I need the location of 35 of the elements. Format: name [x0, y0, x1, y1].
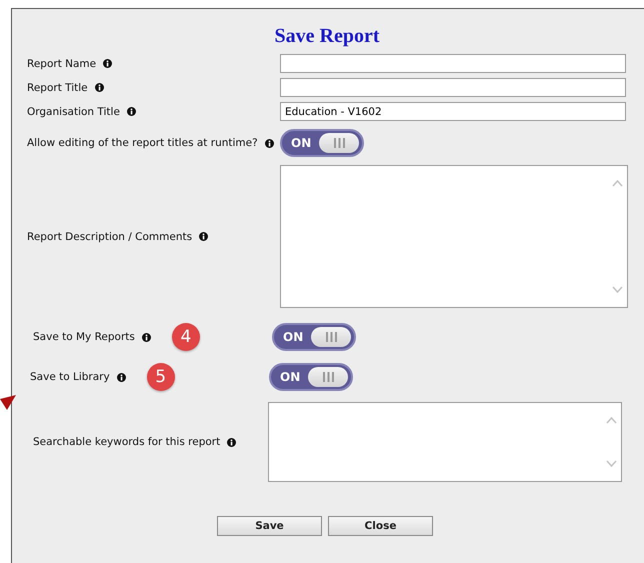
dialog-title: Save Report [274, 24, 380, 49]
toggle-switch[interactable]: ON [269, 363, 353, 391]
field-label: Save to Library [30, 371, 110, 383]
step-badge: 4 [172, 323, 200, 351]
scroll-down-icon[interactable] [606, 460, 616, 467]
info-icon [116, 372, 126, 382]
scroll-down-icon[interactable] [612, 286, 622, 293]
grip-icon [326, 332, 337, 342]
scroll-up-icon[interactable] [606, 417, 616, 424]
info-icon [227, 438, 236, 446]
close-button[interactable]: Close [328, 516, 433, 536]
field-label: Report Name [27, 58, 96, 70]
info-icon [264, 138, 274, 148]
info-icon [94, 83, 104, 92]
field-label: Save to My Reports [33, 331, 135, 343]
field-label: Organisation Title [27, 106, 120, 118]
field-label: Report Title [27, 82, 88, 94]
save-button[interactable]: Save [217, 516, 322, 536]
info-icon [126, 107, 136, 116]
step-badge: 5 [146, 363, 175, 391]
grip-icon [334, 138, 345, 148]
text-field[interactable]: Education - V1602 [280, 102, 626, 121]
info-icon [199, 232, 208, 241]
field-label: Allow editing of the report titles at runtime? [27, 137, 258, 149]
text-field[interactable] [280, 54, 626, 73]
field-label: Searchable keywords for this report [33, 436, 220, 448]
field-label: Report Description / Comments [27, 230, 192, 242]
annotation-arrow [0, 395, 16, 410]
info-icon [142, 332, 151, 342]
toggle-switch[interactable]: ON [272, 323, 356, 351]
toggle-switch[interactable]: ON [280, 129, 364, 157]
text-field[interactable] [280, 78, 626, 97]
info-icon [103, 59, 112, 68]
scroll-up-icon[interactable] [612, 180, 622, 187]
grip-icon [322, 372, 334, 382]
